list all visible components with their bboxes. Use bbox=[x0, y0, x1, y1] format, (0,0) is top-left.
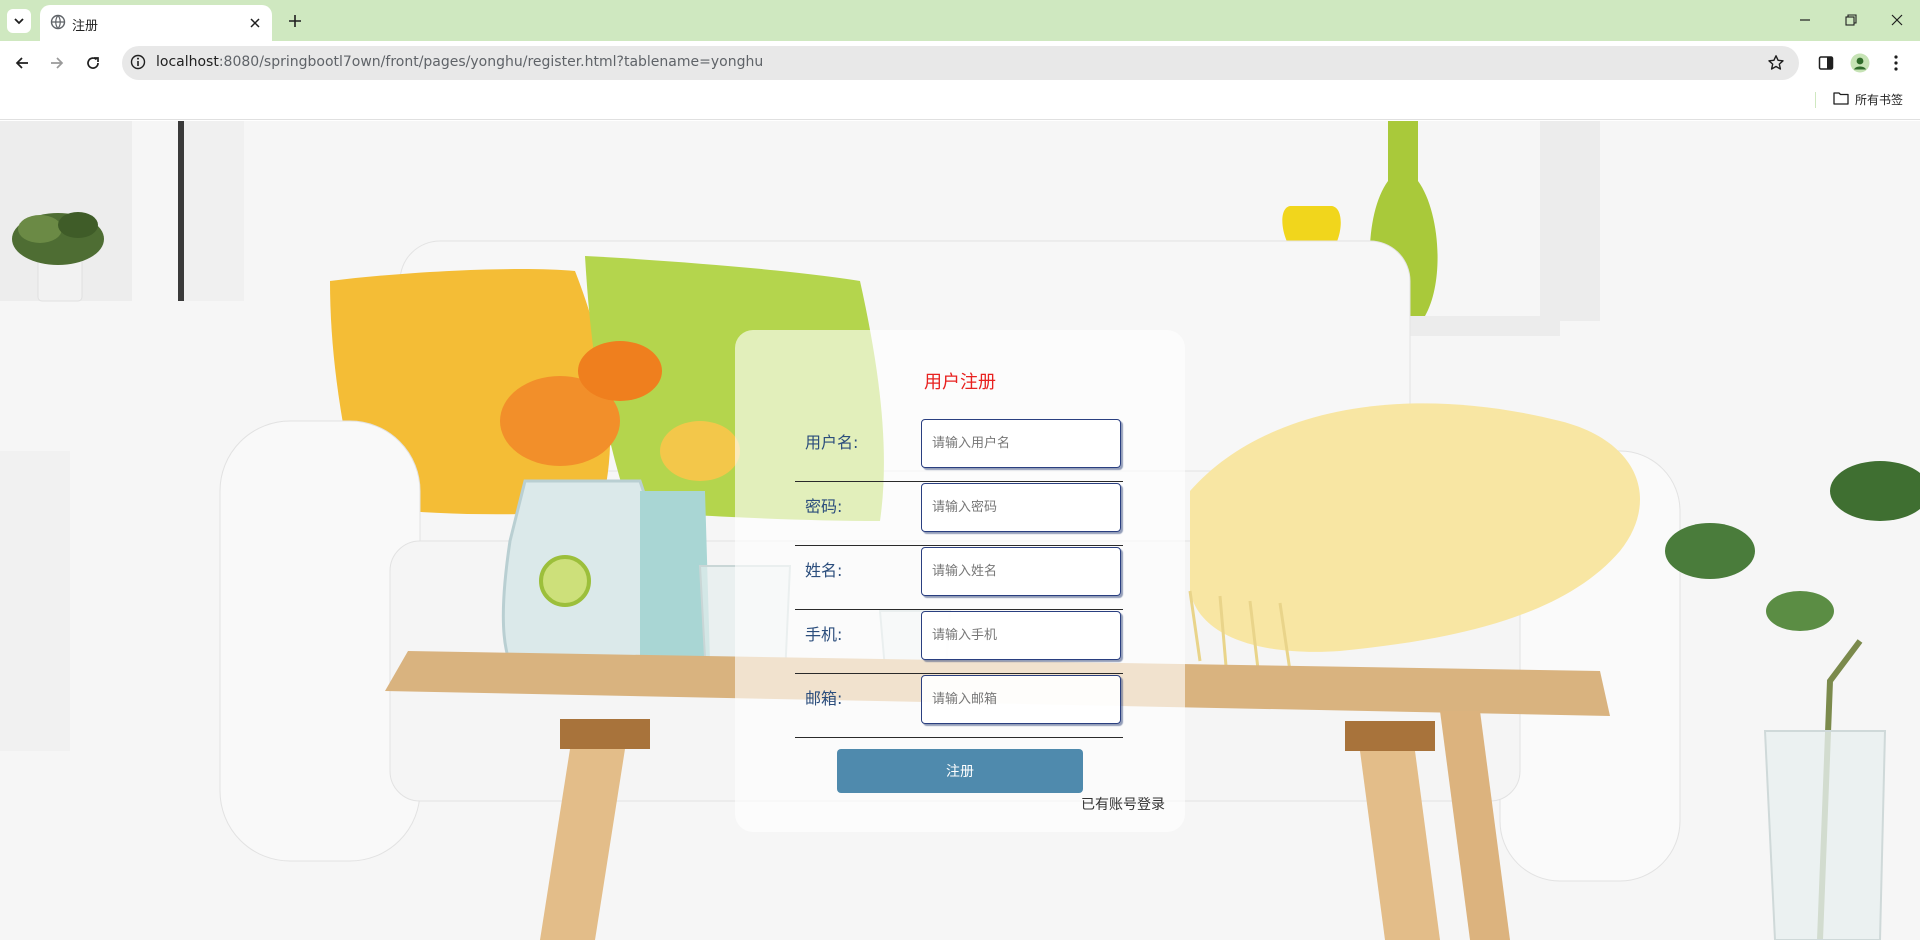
phone-label: 手机: bbox=[805, 625, 843, 644]
tab-title: 注册 bbox=[72, 19, 99, 34]
email-input[interactable] bbox=[921, 675, 1121, 724]
name-label: 姓名: bbox=[805, 561, 843, 580]
tab-search-icon[interactable] bbox=[7, 9, 31, 33]
field-row-password: 密码: bbox=[795, 482, 1123, 546]
username-input[interactable] bbox=[921, 419, 1121, 468]
register-card: 用户注册 用户名: 密码: 姓名: 手机: 邮箱: 注册 已有账号登录 bbox=[735, 330, 1185, 832]
profile-icon[interactable] bbox=[1849, 52, 1871, 74]
username-label: 用户名: bbox=[805, 433, 859, 452]
all-bookmarks-label: 所有书签 bbox=[1855, 93, 1904, 107]
reload-icon[interactable] bbox=[79, 49, 107, 77]
forward-icon[interactable] bbox=[43, 49, 71, 77]
browser-toolbar: localhost:8080/springbootl7own/front/pag… bbox=[0, 41, 1920, 84]
address-bar[interactable]: localhost:8080/springbootl7own/front/pag… bbox=[122, 46, 1799, 80]
plus-icon[interactable] bbox=[283, 9, 307, 33]
form-title: 用户注册 bbox=[924, 372, 996, 393]
globe-icon bbox=[50, 14, 66, 34]
field-row-name: 姓名: bbox=[795, 546, 1123, 610]
field-row-email: 邮箱: bbox=[795, 674, 1123, 738]
bookmarks-bar: 所有书签 bbox=[0, 84, 1920, 120]
window-close-icon[interactable] bbox=[1882, 8, 1912, 32]
name-input[interactable] bbox=[921, 547, 1121, 596]
password-label: 密码: bbox=[805, 497, 843, 516]
tab-strip: 注册 bbox=[0, 0, 1920, 41]
login-link[interactable]: 已有账号登录 bbox=[1081, 794, 1165, 814]
phone-input[interactable] bbox=[921, 611, 1121, 660]
field-row-username: 用户名: bbox=[795, 418, 1123, 482]
menu-icon[interactable] bbox=[1885, 52, 1907, 74]
url-text[interactable]: localhost:8080/springbootl7own/front/pag… bbox=[156, 54, 763, 70]
page-content: 用户注册 用户名: 密码: 姓名: 手机: 邮箱: 注册 已有账号登录 bbox=[0, 121, 1920, 940]
close-icon[interactable] bbox=[246, 14, 264, 32]
active-tab[interactable]: 注册 bbox=[40, 5, 272, 41]
minimize-icon[interactable] bbox=[1790, 8, 1820, 32]
back-icon[interactable] bbox=[8, 49, 36, 77]
restore-icon[interactable] bbox=[1836, 8, 1866, 32]
folder-icon bbox=[1833, 91, 1849, 108]
field-row-phone: 手机: bbox=[795, 610, 1123, 674]
site-info-icon[interactable] bbox=[130, 54, 146, 74]
all-bookmarks-button[interactable]: 所有书签 bbox=[1833, 91, 1903, 108]
bookmarks-separator bbox=[1815, 92, 1816, 108]
url-path: :8080/springbootl7own/front/pages/yonghu… bbox=[218, 54, 764, 70]
password-input[interactable] bbox=[921, 483, 1121, 532]
side-panel-icon[interactable] bbox=[1815, 52, 1837, 74]
url-host: localhost bbox=[156, 54, 219, 70]
email-label: 邮箱: bbox=[805, 689, 843, 708]
star-icon[interactable] bbox=[1767, 54, 1785, 76]
register-button[interactable]: 注册 bbox=[837, 749, 1083, 793]
